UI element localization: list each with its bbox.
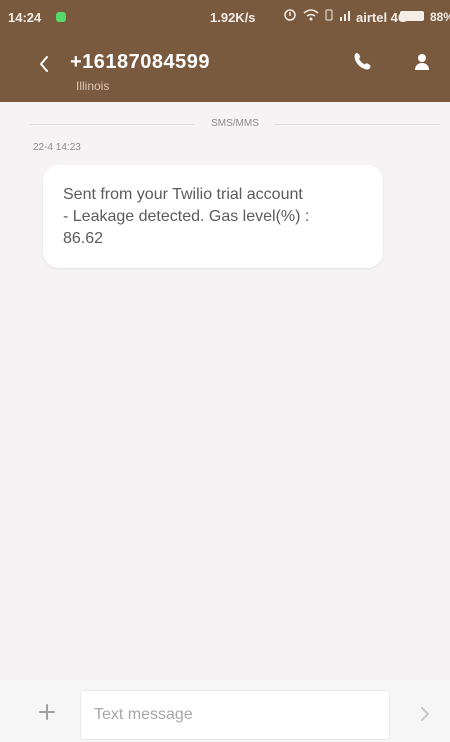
attach-button[interactable] xyxy=(37,702,57,722)
divider-line xyxy=(30,124,195,125)
status-time: 14:24 xyxy=(8,10,42,25)
battery-icon xyxy=(400,11,424,21)
send-button[interactable] xyxy=(418,705,432,723)
notification-dot-icon xyxy=(56,12,66,22)
phone-icon xyxy=(354,53,371,70)
back-button[interactable] xyxy=(35,52,55,76)
message-timestamp: 22-4 14:23 xyxy=(33,142,81,153)
sim-icon xyxy=(325,9,333,21)
message-text: Sent from your Twilio trial account - Le… xyxy=(63,186,310,247)
contact-details-button[interactable] xyxy=(411,51,433,73)
network-speed: 1.92K/s xyxy=(210,10,256,25)
incoming-message-bubble[interactable]: Sent from your Twilio trial account - Le… xyxy=(43,165,383,268)
person-icon xyxy=(415,54,429,70)
signal-alert-icon xyxy=(284,9,296,21)
messaging-screen: 14:24 1.92K/s airtel 4G 88 +16187084599 … xyxy=(0,0,450,742)
status-icons xyxy=(283,8,353,22)
header-bar: 14:24 1.92K/s airtel 4G 88 +16187084599 … xyxy=(0,0,450,102)
battery-level: 88% xyxy=(430,10,450,24)
plus-icon xyxy=(39,704,55,720)
status-bar: 14:24 1.92K/s airtel 4G 88 xyxy=(0,0,450,36)
contact-number: +16187084599 xyxy=(70,51,211,73)
divider-line xyxy=(275,124,440,125)
channel-divider: SMS/MMS xyxy=(30,118,440,130)
message-input[interactable] xyxy=(80,690,390,740)
chevron-left-icon xyxy=(40,56,48,72)
signal-bars-icon xyxy=(340,11,350,21)
contact-location: Illinois xyxy=(76,79,110,93)
call-button[interactable] xyxy=(352,50,374,72)
chevron-right-icon xyxy=(421,707,429,721)
channel-label: SMS/MMS xyxy=(211,118,259,129)
wifi-icon xyxy=(303,9,319,21)
